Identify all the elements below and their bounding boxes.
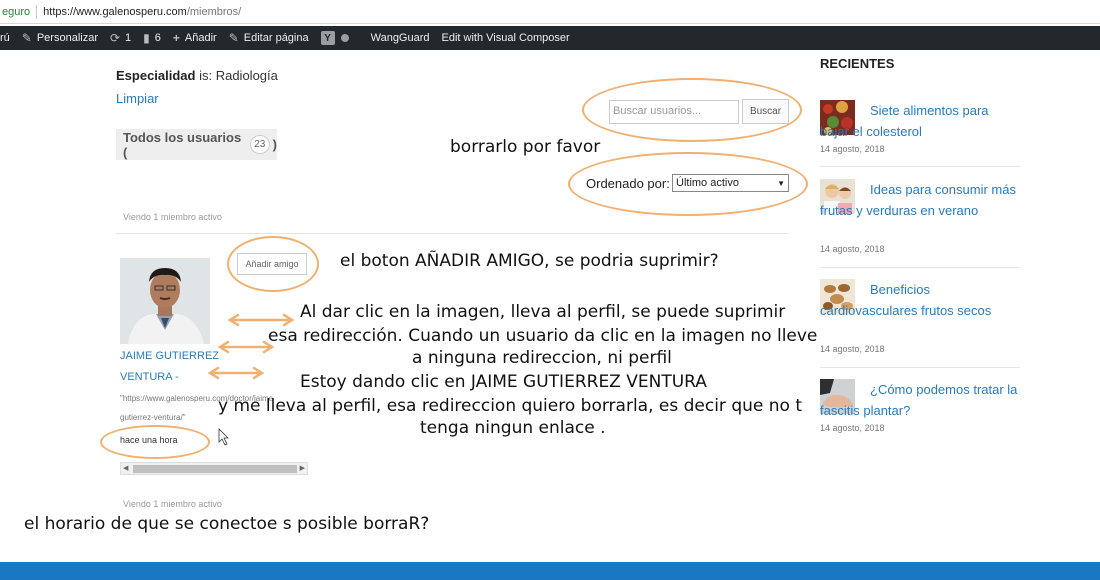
annotation-name-line1: Estoy dando clic en JAIME GUTIERREZ VENT… [300, 372, 707, 392]
browser-address-bar[interactable]: eguro https://www.galenosperu.com/miembr… [0, 0, 1100, 24]
admin-wangguard-label: WangGuard [370, 32, 430, 44]
annotation-image-line1: Al dar clic en la imagen, lleva al perfi… [300, 302, 786, 322]
admin-customize-label: Personalizar [36, 32, 98, 44]
annotation-add-friend-question: el boton AÑADIR AMIGO, se podria suprimi… [340, 251, 719, 271]
brush-icon: ✎ [21, 31, 32, 45]
url-host: https://www.galenosperu.com [43, 5, 187, 18]
yoast-icon: Y [320, 31, 335, 45]
admin-comments-count: 6 [154, 32, 161, 44]
site-footer-bar [0, 562, 1100, 580]
admin-site-link[interactable]: rú [0, 26, 16, 50]
annotation-image-line3: a ninguna redireccion, ni perfil [412, 348, 672, 368]
url-path: /miembros/ [186, 5, 242, 18]
annotation-name-line2: y me lleva al perfil, esa redireccion qu… [218, 396, 802, 416]
annotation-image-line2: esa redirección. Cuando un usuario da cl… [268, 326, 818, 346]
admin-edit-page-label: Editar página [243, 32, 309, 44]
admin-comments-link[interactable]: ▮ 6 [137, 26, 167, 50]
admin-edit-page-link[interactable]: ✎ Editar página [223, 26, 315, 50]
refresh-icon: ⟳ [109, 31, 121, 45]
admin-wangguard-link[interactable]: WangGuard [365, 26, 436, 50]
annotation-delete-please: borrarlo por favor [450, 137, 601, 157]
comment-icon: ▮ [143, 31, 150, 45]
annotation-name-line3: tenga ningun enlace . [420, 418, 606, 438]
admin-visual-composer-link[interactable]: Edit with Visual Composer [436, 26, 576, 50]
admin-visual-composer-label: Edit with Visual Composer [441, 32, 570, 44]
wp-admin-bar: rú ✎ Personalizar ⟳ 1 ▮ 6 + Añadir ✎ Edi… [0, 26, 1100, 50]
annotation-schedule-question: el horario de que se conectoe s posible … [24, 514, 430, 534]
admin-yoast-link[interactable]: Y [315, 26, 355, 50]
admin-site-label: rú [0, 32, 10, 44]
admin-add-new-label: Añadir [184, 32, 217, 44]
admin-updates-link[interactable]: ⟳ 1 [104, 26, 137, 50]
pencil-icon: ✎ [228, 31, 239, 45]
seo-status-dot-icon [340, 34, 349, 42]
admin-updates-count: 1 [125, 32, 132, 44]
secure-label: eguro [2, 5, 31, 18]
screenshot: eguro https://www.galenosperu.com/miembr… [0, 0, 1100, 580]
admin-add-new-link[interactable]: + Añadir [167, 26, 223, 50]
address-divider [36, 4, 38, 19]
plus-icon: + [172, 31, 180, 45]
members-page: Especialidad is: Radiología Limpiar Busc… [0, 50, 1100, 560]
admin-customize-link[interactable]: ✎ Personalizar [16, 26, 104, 50]
